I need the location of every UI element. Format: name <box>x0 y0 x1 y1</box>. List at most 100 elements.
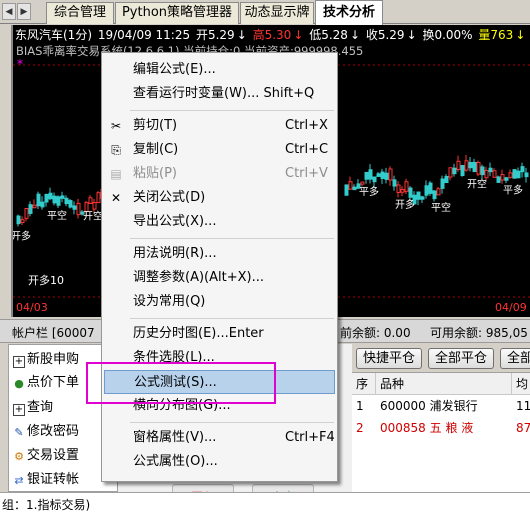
candle-body <box>440 178 445 189</box>
candle-body <box>36 193 41 207</box>
signal-label: 开多 <box>395 198 415 211</box>
tab-dynamic-board[interactable]: 动态显示牌 <box>240 2 314 24</box>
candle-body <box>24 208 29 219</box>
candle-body <box>20 219 25 224</box>
candle-body <box>464 160 469 171</box>
chart-low: 低5.28 <box>309 28 348 42</box>
menu-item-cut[interactable]: ✂ 剪切(T) Ctrl+X <box>104 114 335 138</box>
nav-point-order[interactable]: ● 点价下单 <box>13 372 79 394</box>
candle-body <box>360 181 365 185</box>
menu-item-close-formula[interactable]: ✕ 关闭公式(D) <box>104 186 335 210</box>
candle-body <box>84 202 89 213</box>
table-cell-name: 600000 浦发银行 <box>380 399 478 413</box>
candle-body <box>388 168 393 181</box>
all-button[interactable]: 全部 <box>500 348 530 369</box>
tab-scroll-right-icon[interactable]: ▶ <box>17 3 31 20</box>
candle-body <box>348 181 353 190</box>
menu-item-formula-properties[interactable]: 公式属性(O)... <box>104 450 335 474</box>
signal-label: 平空 <box>431 201 451 214</box>
nav-change-password[interactable]: ✎ 修改密码 <box>13 421 79 443</box>
tab-python-strategy[interactable]: Python策略管理器 <box>115 2 239 24</box>
table-cell-name: 000858 五 粮 液 <box>380 421 474 435</box>
nav-trade-settings[interactable]: ⚙ 交易设置 <box>13 445 79 467</box>
candle-body <box>44 194 49 203</box>
candle-body <box>56 196 61 206</box>
marker-star-icon: * <box>17 57 23 71</box>
chart-close: 收5.29 <box>365 28 405 42</box>
chart-volume-arrow: ↓ <box>515 28 526 42</box>
chart-date-end: 04/09 <box>495 301 527 314</box>
menu-item-stock-screening[interactable]: 条件选股(L)... <box>104 346 335 370</box>
candle-body <box>64 197 69 205</box>
close-all-button[interactable]: 全部平仓 <box>428 348 494 369</box>
menu-item-horizontal-distribution[interactable]: 横向分布图(G)... <box>104 394 335 418</box>
table-cell-seq: 1 <box>356 399 364 413</box>
candle-body <box>436 188 441 196</box>
candle-body <box>444 176 449 184</box>
candle-body <box>376 173 381 177</box>
menu-separator <box>130 110 334 111</box>
table-cell-seq: 2 <box>356 421 364 435</box>
menu-item-export-formula[interactable]: 导出公式(X)... <box>104 210 335 234</box>
menu-separator <box>130 318 334 319</box>
table-header-avg[interactable]: 均 <box>512 373 530 395</box>
tab-bar: ◀ ▶ 综合管理 Python策略管理器 动态显示牌 技术分析 <box>0 0 530 25</box>
table-cell-avg: 87 <box>516 421 530 435</box>
candle-body <box>428 182 433 194</box>
table-header-name[interactable]: 品种 <box>376 373 512 395</box>
menu-item-edit-formula[interactable]: 编辑公式(E)... <box>104 58 335 82</box>
chart-open-arrow: ↓ <box>236 28 247 42</box>
chart-datetime: 19/04/09 11:25 <box>97 28 191 42</box>
menu-item-adjust-params[interactable]: 调整参数(A)(Alt+X)... <box>104 266 335 290</box>
menu-item-pane-properties[interactable]: 窗格属性(V)... Ctrl+F4 <box>104 426 335 450</box>
candle-body <box>492 170 497 178</box>
nav-bank-transfer[interactable]: ⇄ 银证转帐 <box>13 469 79 491</box>
signal-label: 开空 <box>83 209 103 222</box>
tab-technical-analysis[interactable]: 技术分析 <box>315 0 383 25</box>
menu-item-view-runtime-vars[interactable]: 查看运行时变量(W)... Shift+Q <box>104 82 335 106</box>
chart-low-arrow: ↓ <box>349 28 360 42</box>
tab-overview[interactable]: 综合管理 <box>46 2 114 24</box>
candle-body <box>384 172 389 180</box>
candle-body <box>512 169 517 179</box>
signal-label: 平多 <box>359 185 379 198</box>
menu-item-history-intraday[interactable]: 历史分时图(E)...Enter <box>104 322 335 346</box>
candle-body <box>88 197 93 204</box>
candle-body <box>400 188 405 193</box>
chart-turnover: 换0.00% <box>422 28 473 42</box>
candle-body <box>480 166 485 176</box>
edit-icon: ✎ <box>14 426 24 439</box>
scissors-icon: ✂ <box>110 119 122 133</box>
transfer-icon: ⇄ <box>14 474 24 487</box>
candle-body <box>496 176 501 183</box>
menu-item-formula-test[interactable]: 公式测试(S)... <box>104 370 335 394</box>
paste-icon: ▤ <box>110 167 122 181</box>
menu-item-copy[interactable]: ⎘ 复制(C) Ctrl+C <box>104 138 335 162</box>
candle-body <box>28 204 33 214</box>
candle-body <box>48 192 53 200</box>
tab-scroll-left-icon[interactable]: ◀ <box>2 3 16 20</box>
coin-icon: ● <box>14 377 24 390</box>
menu-separator <box>130 422 334 423</box>
account-label[interactable]: 帐户栏 [60007 <box>12 324 95 341</box>
quick-close-button[interactable]: 快捷平仓 <box>356 348 422 369</box>
candle-body <box>368 169 373 180</box>
nav-query[interactable]: + 查询 <box>13 397 53 419</box>
close-icon: ✕ <box>110 191 122 205</box>
signal-label: 平空 <box>47 209 67 222</box>
candle-body <box>448 167 453 178</box>
candle-body <box>72 205 77 210</box>
candle-body <box>468 162 473 169</box>
menu-separator <box>130 238 334 239</box>
candle-body <box>476 161 481 175</box>
menu-item-usage[interactable]: 用法说明(R)... <box>104 242 335 266</box>
candle-body <box>424 185 429 196</box>
menu-item-set-favorite[interactable]: 设为常用(Q) <box>104 290 335 314</box>
chart-high-arrow: ↓ <box>293 28 304 42</box>
candle-body <box>32 204 37 209</box>
candle-body <box>68 200 73 208</box>
nav-ipo-subscribe[interactable]: + 新股申购 <box>13 349 79 371</box>
table-header-seq[interactable]: 序 <box>352 373 376 395</box>
candle-body <box>92 202 97 210</box>
plus-box-icon: + <box>13 404 25 416</box>
